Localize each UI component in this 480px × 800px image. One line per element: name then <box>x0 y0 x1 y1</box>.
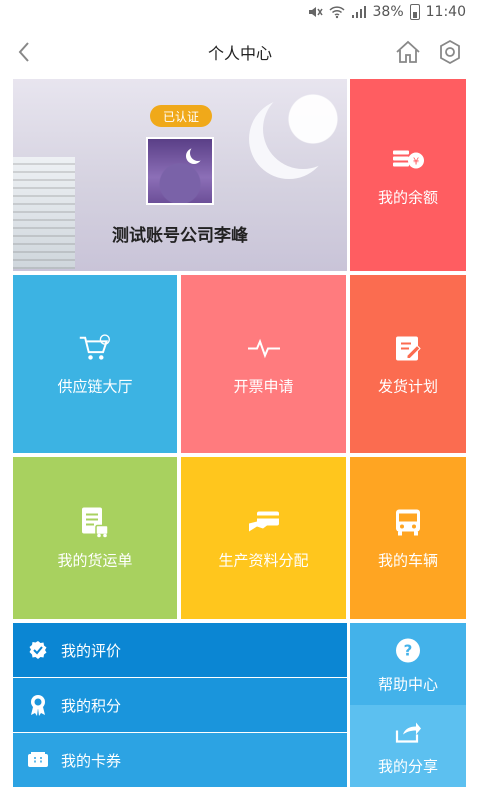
shipping-plan-label: 发货计划 <box>377 377 438 396</box>
shipping-plan-tile[interactable]: 发货计划 <box>350 275 466 453</box>
verified-badge: 已认证 <box>150 105 212 127</box>
waybill-tile[interactable]: 我的货运单 <box>13 457 177 619</box>
list-item-points[interactable]: 我的积分 <box>13 678 347 732</box>
signal-icon <box>351 6 366 18</box>
supply-chain-tile[interactable]: 供应链大厅 <box>13 275 177 453</box>
waybill-icon <box>78 506 112 540</box>
list-item-reviews[interactable]: 我的评价 <box>13 623 347 677</box>
status-bar: 38% 11:40 <box>0 0 480 28</box>
profile-card[interactable]: 已认证 测试账号公司李峰 <box>13 79 347 271</box>
company-name: 测试账号公司李峰 <box>112 226 248 246</box>
coupons-label: 我的卡券 <box>61 751 122 770</box>
award-icon <box>27 694 49 716</box>
avatar[interactable] <box>146 137 214 205</box>
my-vehicles-tile[interactable]: 我的车辆 <box>350 457 466 619</box>
coins-icon: ¥ <box>391 143 425 177</box>
my-balance-label: 我的余额 <box>377 188 438 207</box>
avatar-moon-art <box>190 145 206 161</box>
list-item-coupons[interactable]: 我的卡券 <box>13 733 347 787</box>
clock: 11:40 <box>425 4 466 20</box>
mute-icon <box>308 7 323 17</box>
home-icon <box>396 40 420 63</box>
check-badge-icon <box>27 639 49 661</box>
invoice-request-tile[interactable]: 开票申请 <box>181 275 346 453</box>
question-icon: ? <box>391 634 425 668</box>
app-header: 个人中心 <box>0 28 480 76</box>
production-allocation-label: 生产资料分配 <box>218 551 309 570</box>
shopping-cart-icon <box>78 332 112 366</box>
waybill-label: 我的货运单 <box>57 551 133 570</box>
card-hand-icon <box>247 506 281 540</box>
gear-icon <box>440 39 460 65</box>
battery-percent: 38% <box>372 4 404 20</box>
background-window-art <box>13 157 75 269</box>
production-allocation-tile[interactable]: 生产资料分配 <box>181 457 346 619</box>
help-center-label: 帮助中心 <box>377 675 438 694</box>
my-balance-tile[interactable]: ¥ 我的余额 <box>350 79 466 271</box>
svg-text:?: ? <box>404 642 413 660</box>
my-share-tile[interactable]: 我的分享 <box>350 705 466 787</box>
pulse-icon <box>247 332 281 366</box>
coupon-icon <box>27 749 49 771</box>
battery-icon <box>409 4 420 20</box>
invoice-request-label: 开票申请 <box>233 377 294 396</box>
my-share-label: 我的分享 <box>377 757 438 776</box>
wifi-icon <box>328 6 345 19</box>
status-icons: 38% 11:40 <box>307 4 466 20</box>
supply-chain-label: 供应链大厅 <box>57 377 133 396</box>
svg-text:¥: ¥ <box>413 157 419 168</box>
edit-note-icon <box>391 332 425 366</box>
points-label: 我的积分 <box>61 696 122 715</box>
reviews-label: 我的评价 <box>61 641 122 660</box>
background-moon-art <box>263 89 343 169</box>
account-list: 我的评价 我的积分 我的卡券 <box>13 623 347 787</box>
settings-button[interactable] <box>434 36 466 68</box>
home-button[interactable] <box>392 36 424 68</box>
bus-icon <box>391 506 425 540</box>
help-center-tile[interactable]: ? 帮助中心 <box>350 623 466 705</box>
share-icon <box>391 716 425 750</box>
my-vehicles-label: 我的车辆 <box>377 551 438 570</box>
